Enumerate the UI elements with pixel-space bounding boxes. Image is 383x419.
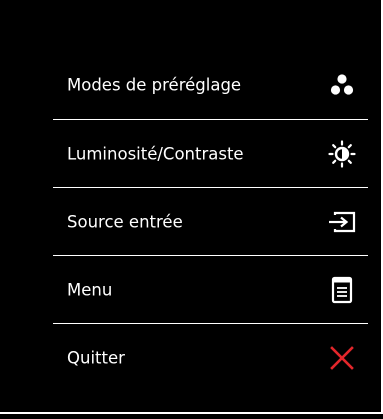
preset-modes-icon bbox=[327, 70, 357, 100]
input-source-icon bbox=[327, 207, 357, 237]
menu-item-menu[interactable]: Menu bbox=[53, 255, 368, 323]
menu-item-label: Luminosité/Contraste bbox=[67, 144, 244, 163]
osd-menu: Modes de préréglage Luminosité/Contraste bbox=[53, 51, 368, 391]
menu-item-brightness-contrast[interactable]: Luminosité/Contraste bbox=[53, 119, 368, 187]
menu-item-label: Quitter bbox=[67, 348, 125, 367]
menu-item-exit[interactable]: Quitter bbox=[53, 323, 368, 391]
menu-item-label: Source entrée bbox=[67, 212, 183, 231]
menu-item-preset-modes[interactable]: Modes de préréglage bbox=[53, 51, 368, 119]
menu-item-label: Modes de préréglage bbox=[67, 75, 242, 95]
menu-item-label: Menu bbox=[67, 280, 113, 299]
exit-icon bbox=[327, 343, 357, 373]
osd-panel: Modes de préréglage Luminosité/Contraste bbox=[0, 0, 383, 419]
menu-icon bbox=[327, 275, 357, 305]
brightness-contrast-icon bbox=[327, 139, 357, 169]
menu-item-input-source[interactable]: Source entrée bbox=[53, 187, 368, 255]
